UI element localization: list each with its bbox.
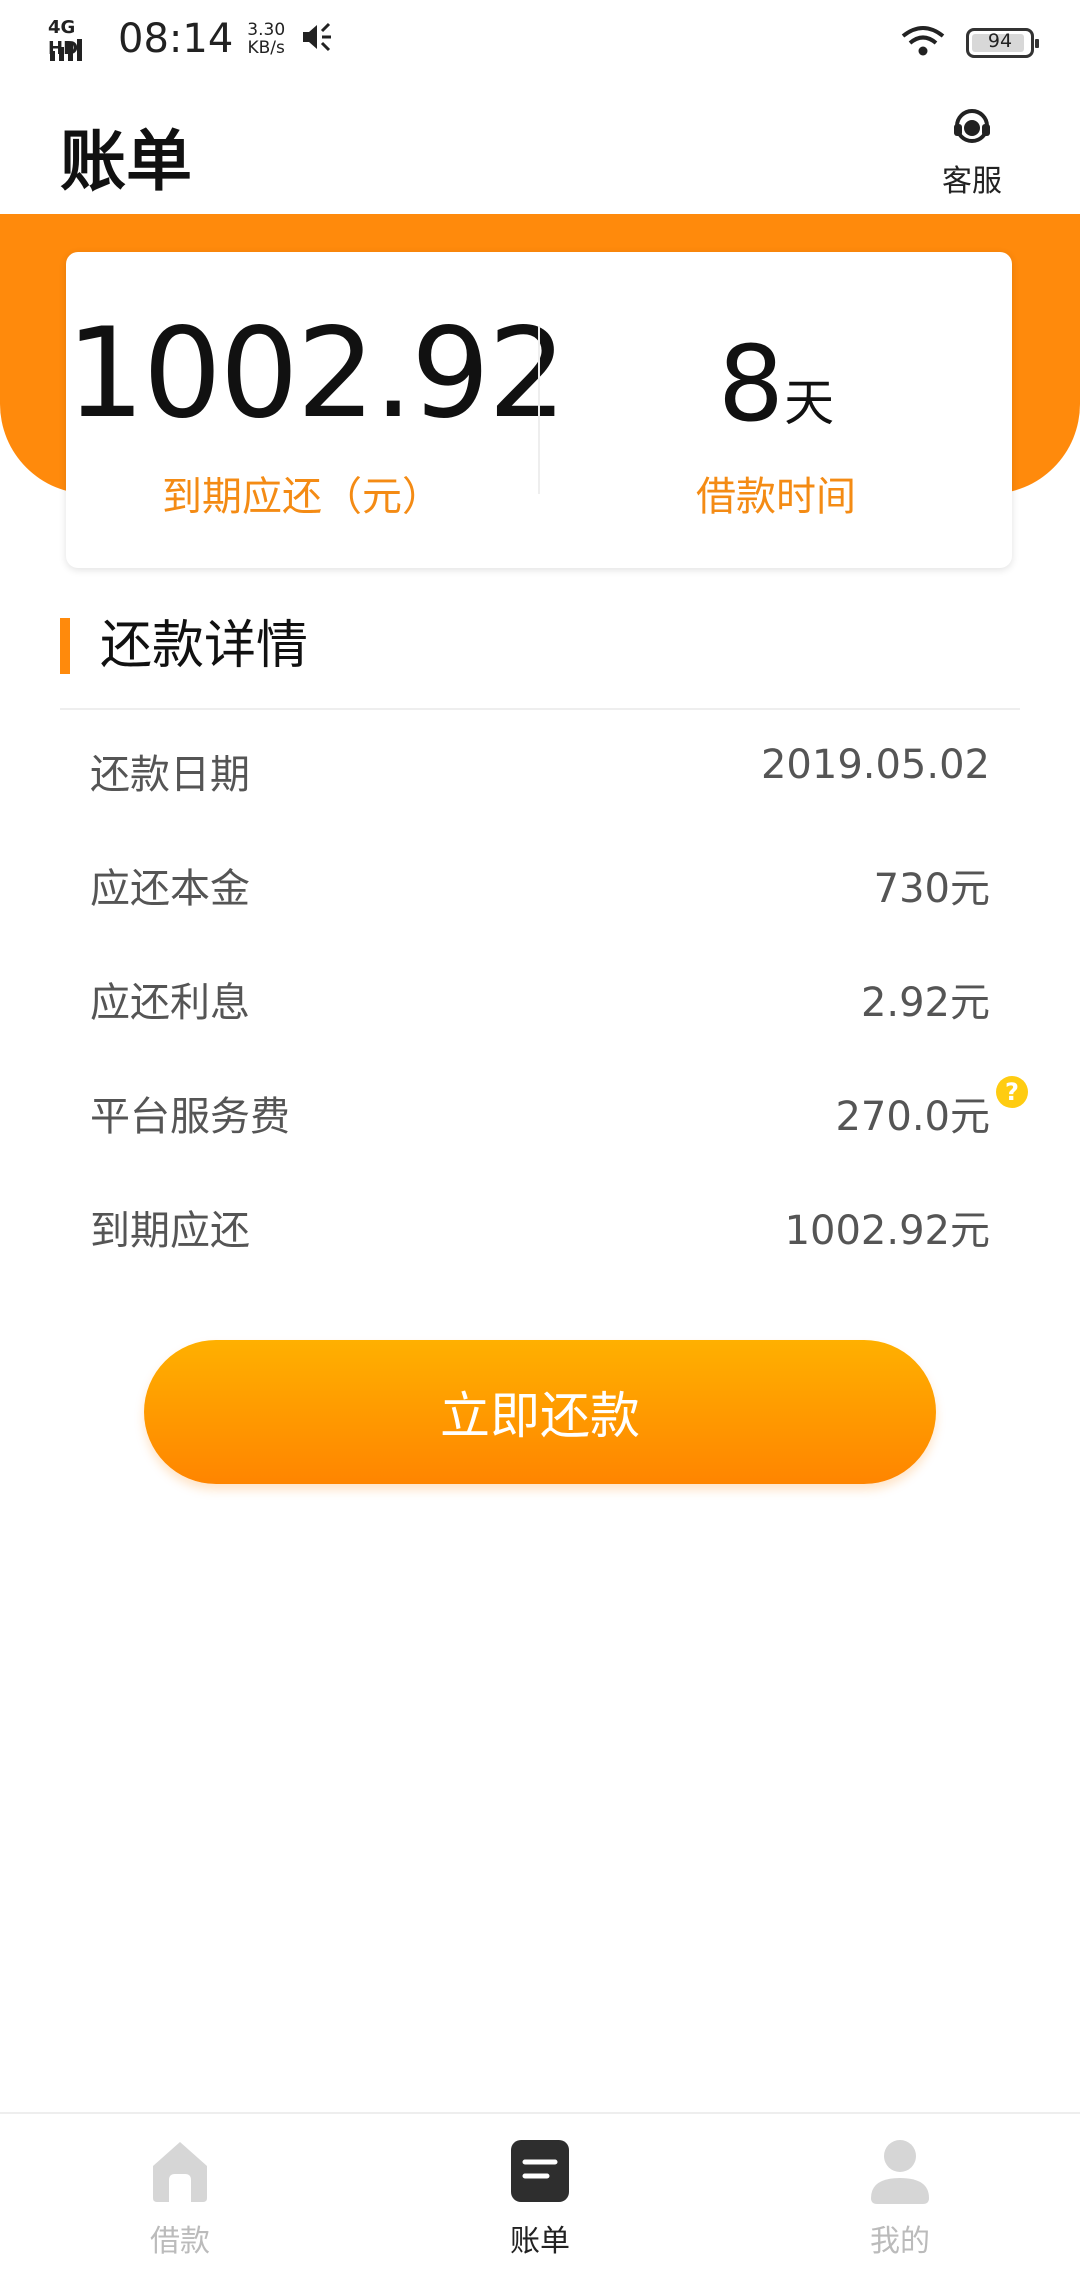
status-bar: 4G HD 08:14 3.30 KB/s 94 — [0, 0, 1080, 84]
signal-indicator: 4G HD — [48, 17, 104, 61]
detail-value: 2.92元 — [860, 980, 990, 1026]
wifi-icon — [900, 24, 946, 62]
detail-value: 270.0元 — [835, 1094, 990, 1140]
detail-row-interest: 应还利息 2.92元 — [90, 970, 990, 1030]
network-speed-value: 3.30 — [247, 20, 286, 40]
page-title: 账单 — [60, 123, 192, 200]
amount-due-block: 1002.92 到期应还（元） — [66, 252, 567, 568]
customer-service-label: 客服 — [942, 164, 1002, 199]
nav-item-loan[interactable]: 借款 — [80, 2136, 280, 2260]
service-fee-help-icon[interactable]: ? — [996, 1076, 1028, 1108]
bill-summary-card: 1002.92 到期应还（元） 8天 借款时间 — [66, 252, 1012, 568]
repay-now-button[interactable]: 立即还款 — [144, 1340, 936, 1484]
network-speed-unit: KB/s — [247, 38, 285, 58]
loan-term: 8天 — [540, 332, 1012, 436]
user-icon — [867, 2140, 933, 2210]
battery-icon: 94 — [966, 28, 1039, 58]
status-right: 94 — [900, 24, 1039, 62]
home-icon — [147, 2142, 213, 2210]
detail-label: 平台服务费 — [90, 1094, 290, 1140]
app-header: 账单 客服 — [0, 84, 1080, 214]
repayment-details-header: 还款详情 — [60, 612, 1020, 682]
detail-label: 到期应还 — [90, 1208, 250, 1254]
loan-term-unit: 天 — [784, 374, 835, 432]
detail-value: 1002.92元 — [784, 1208, 990, 1254]
detail-value: 2019.05.02 — [760, 742, 990, 788]
clock: 08:14 — [118, 16, 234, 62]
section-title: 还款详情 — [100, 616, 309, 676]
loan-term-block: 8天 借款时间 — [540, 252, 1012, 568]
battery-percent: 94 — [987, 30, 1013, 52]
section-accent-bar — [60, 618, 70, 674]
nav-item-bill[interactable]: 账单 — [440, 2136, 640, 2260]
section-divider — [60, 708, 1020, 710]
amount-due-label: 到期应还（元） — [162, 474, 442, 520]
speaker-muted-icon — [299, 20, 333, 58]
customer-service-button[interactable]: 客服 — [936, 108, 1008, 200]
detail-row-principal: 应还本金 730元 — [90, 856, 990, 916]
detail-row-service-fee: 平台服务费 270.0元 — [90, 1084, 990, 1144]
loan-term-label: 借款时间 — [696, 474, 856, 520]
detail-value: 730元 — [873, 866, 990, 912]
nav-label: 借款 — [150, 2224, 210, 2259]
detail-row-repay-date: 还款日期 2019.05.02 — [90, 742, 990, 802]
detail-label: 应还本金 — [90, 866, 250, 912]
detail-label: 还款日期 — [90, 752, 250, 798]
bill-icon — [507, 2140, 573, 2210]
detail-label: 应还利息 — [90, 980, 250, 1026]
status-left: 4G HD 08:14 3.30 KB/s — [48, 16, 333, 62]
detail-row-total-due: 到期应还 1002.92元 — [90, 1198, 990, 1258]
amount-due: 1002.92 — [66, 302, 567, 446]
headset-icon — [948, 109, 996, 152]
nav-item-mine[interactable]: 我的 — [800, 2136, 1000, 2260]
bottom-nav: 借款 账单 我的 — [0, 2112, 1080, 2282]
nav-label: 我的 — [870, 2224, 930, 2259]
nav-label: 账单 — [510, 2224, 570, 2259]
network-speed: 3.30 KB/s — [247, 21, 285, 57]
signal-bars-icon — [50, 39, 82, 61]
loan-term-value: 8 — [717, 323, 785, 445]
